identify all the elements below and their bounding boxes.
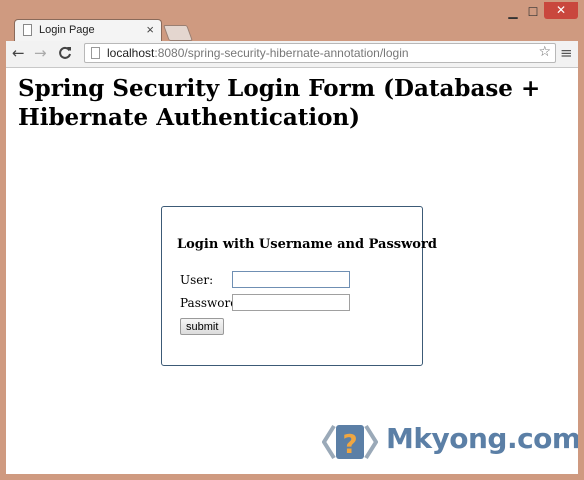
url-text[interactable]: localhost:8080/spring-security-hibernate… [107,46,409,60]
bookmark-star-icon[interactable]: ☆ [538,44,551,60]
mkyong-logo-icon: ? [322,424,378,460]
username-input[interactable] [232,271,350,288]
user-label: User: [180,273,214,287]
new-tab-button[interactable] [163,25,193,41]
password-input[interactable] [232,294,350,311]
maximize-button[interactable]: ☐ [524,5,542,20]
browser-toolbar: ← → localhost:8080/spring-security-hiber… [6,41,578,68]
minimize-button[interactable]: ▁ [504,5,522,20]
watermark: ? Mkyong.com [322,420,578,464]
submit-button[interactable]: submit [180,318,225,335]
tab-title: Login Page [39,24,95,36]
page-content: Spring Security Login Form (Database + H… [6,68,578,474]
tab-login-page[interactable]: Login Page × [14,19,162,41]
page-icon [91,47,100,59]
watermark-text: Mkyong.com [386,422,578,455]
menu-icon[interactable]: ≡ [560,44,573,62]
login-heading: Login with Username and Password [177,237,437,252]
browser-window: ▁ ☐ ✕ Login Page × ← → localhost:8080/sp… [0,0,584,480]
back-arrow-icon[interactable]: ← [12,44,25,62]
page-title: Spring Security Login Form (Database + H… [18,75,541,131]
forward-arrow-icon[interactable]: → [34,44,47,62]
reload-icon[interactable] [58,44,72,64]
login-box: Login with Username and Password User: P… [161,206,437,366]
address-bar[interactable]: localhost:8080/spring-security-hibernate… [84,43,556,63]
page-icon [23,24,32,36]
tab-close-icon[interactable]: × [146,22,154,37]
close-window-button[interactable]: ✕ [544,2,578,19]
svg-text:?: ? [342,430,357,460]
